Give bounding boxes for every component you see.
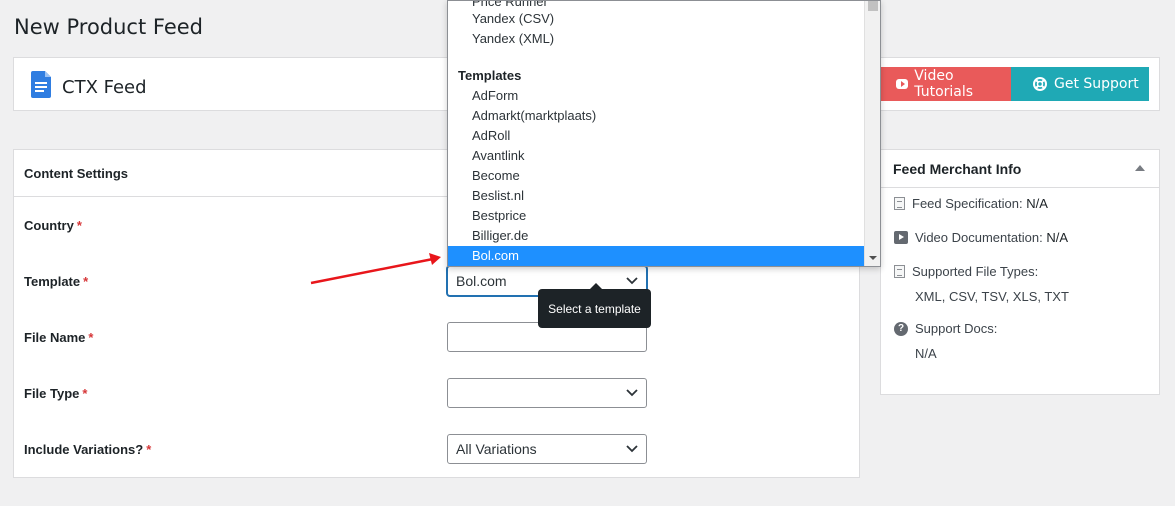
get-support-label: Get Support <box>1054 76 1139 92</box>
template-tooltip: Select a template <box>538 283 651 328</box>
document-icon <box>894 197 905 210</box>
dropdown-option[interactable]: AdForm <box>448 86 865 106</box>
dropdown-option[interactable]: Beslist.nl <box>448 186 865 206</box>
support-docs-value: N/A <box>915 346 937 361</box>
chevron-down-icon <box>626 445 638 453</box>
get-support-button[interactable]: Get Support <box>1011 67 1149 101</box>
include-variations-label: Include Variations? * <box>24 442 152 457</box>
file-type-label: File Type * <box>24 386 88 401</box>
dropdown-option[interactable]: Bestprice <box>448 206 865 226</box>
chevron-down-icon <box>626 277 638 285</box>
supported-file-types-value: XML, CSV, TSV, XLS, TXT <box>915 289 1069 304</box>
dropdown-option[interactable]: Billiger.de <box>448 226 865 246</box>
supported-file-types: Supported File Types: <box>894 264 1038 279</box>
file-type-select[interactable] <box>447 378 647 408</box>
brand-name: CTX Feed <box>62 77 147 98</box>
dropdown-option-selected[interactable]: Bol.com <box>448 246 865 266</box>
scrollbar-thumb[interactable] <box>868 1 878 11</box>
file-name-label: File Name * <box>24 330 94 345</box>
template-label: Template * <box>24 274 89 289</box>
help-icon: ? <box>894 321 908 336</box>
dropdown-option[interactable]: Become <box>448 166 865 186</box>
page-title: New Product Feed <box>14 15 203 39</box>
video-tutorials-button[interactable]: Video Tutorials <box>876 67 1011 101</box>
dropdown-option[interactable]: Yandex (CSV) <box>448 9 865 29</box>
file-icon <box>31 71 51 98</box>
dropdown-option[interactable]: AdRoll <box>448 126 865 146</box>
youtube-icon <box>896 79 909 89</box>
video-documentation: Video Documentation: N/A <box>894 230 1068 245</box>
dropdown-option[interactable]: Avantlink <box>448 146 865 166</box>
template-dropdown-list[interactable]: Price Runner Yandex (CSV) Yandex (XML) T… <box>447 0 881 267</box>
feed-merchant-info-panel: Feed Merchant Info Feed Specification: N… <box>880 149 1160 395</box>
dropdown-option[interactable]: Admarkt(marktplaats) <box>448 106 865 126</box>
lifebuoy-icon <box>1033 77 1047 91</box>
include-variations-select[interactable]: All Variations <box>447 434 647 464</box>
video-icon <box>894 231 908 244</box>
feed-specification: Feed Specification: N/A <box>894 196 1048 211</box>
dropdown-group-label: Templates <box>458 68 522 83</box>
collapse-arrow-icon[interactable] <box>1135 165 1145 171</box>
feed-merchant-info-title: Feed Merchant Info <box>881 150 1159 188</box>
dropdown-option[interactable]: Yandex (XML) <box>448 29 865 49</box>
support-docs: ? Support Docs: <box>894 321 997 336</box>
country-label: Country * <box>24 218 82 233</box>
dropdown-scrollbar[interactable] <box>864 1 880 266</box>
chevron-down-icon <box>626 389 638 397</box>
video-tutorials-label: Video Tutorials <box>914 68 974 100</box>
annotation-arrow <box>310 253 441 285</box>
scroll-down-arrow-icon[interactable] <box>869 256 877 260</box>
document-icon <box>894 265 905 278</box>
